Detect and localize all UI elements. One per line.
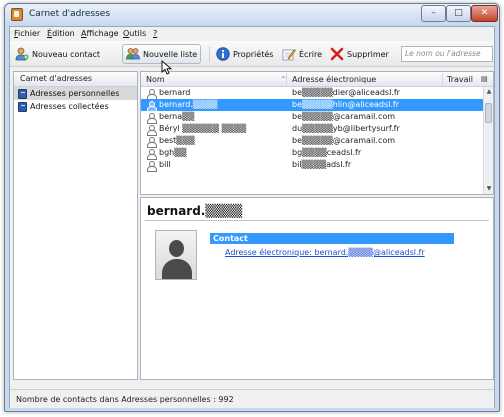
address-book-icon	[18, 88, 27, 99]
contact-icon	[147, 125, 157, 136]
contact-row[interactable]: Béryl ▒▒▒▒▒▒ ▒▒▒▒ du▒▒▒▒▒yb@libertysurf.…	[141, 123, 493, 136]
scrollbar-thumb[interactable]	[485, 103, 492, 123]
sort-arrow-icon: ^	[281, 76, 287, 83]
contact-icon	[147, 89, 157, 100]
title-bar[interactable]: Carnet d'adresses – □ ✕	[5, 4, 499, 26]
tree-item-collected[interactable]: Adresses collectées	[14, 100, 137, 113]
column-picker-icon[interactable]: ▤	[481, 75, 488, 83]
status-bar: Nombre de contacts dans Adresses personn…	[10, 389, 494, 408]
column-divider	[286, 73, 287, 86]
card-contact-name: bernard.▒▒▒▒	[147, 204, 243, 218]
list-scrollbar[interactable]: ▲ ▼	[483, 87, 493, 194]
address-book-app-icon	[11, 8, 23, 21]
menu-affichage[interactable]: Affichage	[81, 29, 119, 38]
new-contact-icon	[15, 47, 29, 61]
tree-item-label: Adresses personnelles	[30, 89, 120, 98]
menu-fichier[interactable]: Fichier	[14, 29, 40, 38]
address-book-window: Carnet d'adresses – □ ✕ Fichier Édition …	[4, 3, 500, 412]
tree-item-personal[interactable]: Adresses personnelles	[14, 87, 137, 100]
scroll-up-icon[interactable]: ▲	[484, 87, 493, 97]
contact-row-selected[interactable]: bernard.▒▒▒▒ be▒▒▒▒▒hlin@aliceadsl.fr	[141, 99, 493, 112]
avatar-shoulders	[162, 259, 192, 279]
column-work[interactable]: Travail	[447, 75, 473, 84]
contact-row[interactable]: bernard be▒▒▒▒▒dier@aliceadsl.fr	[141, 87, 493, 100]
menu-outils[interactable]: Outils	[123, 29, 146, 38]
contact-section-header: Contact	[210, 233, 454, 244]
delete-label: Supprimer	[347, 49, 389, 59]
properties-button[interactable]: Propriétés	[213, 44, 276, 64]
info-icon	[216, 47, 230, 61]
menu-help[interactable]: ?	[153, 29, 157, 38]
window-title: Carnet d'adresses	[29, 9, 111, 19]
email-link[interactable]: Adresse électronique: bernard.▒▒▒▒@alice…	[225, 248, 425, 257]
new-list-label: Nouvelle liste	[143, 49, 198, 59]
maximize-button[interactable]: □	[446, 5, 471, 22]
menu-edition[interactable]: Édition	[47, 29, 75, 38]
new-list-icon	[126, 48, 140, 60]
minimize-button[interactable]: –	[421, 5, 446, 22]
delete-button[interactable]: Supprimer	[327, 44, 392, 64]
write-button[interactable]: Écrire	[279, 44, 325, 64]
contact-list-header: Nom ^ Adresse électronique Travail ▤	[141, 72, 493, 87]
avatar-head	[169, 240, 184, 257]
contact-icon	[147, 149, 157, 160]
contact-icon	[147, 101, 157, 112]
contact-row[interactable]: bgh▒▒ bg▒▒▒▒ceadsl.fr	[141, 147, 493, 160]
contact-list: Nom ^ Adresse électronique Travail ▤ ber…	[140, 71, 494, 195]
contact-row[interactable]: best▒▒▒ be▒▒▒▒▒@caramail.com	[141, 135, 493, 148]
column-name[interactable]: Nom	[146, 75, 165, 84]
tree-item-label: Adresses collectées	[30, 102, 109, 111]
address-book-icon	[18, 101, 27, 112]
close-button[interactable]: ✕	[471, 5, 498, 22]
avatar	[155, 230, 197, 280]
contact-icon	[147, 137, 157, 148]
card-divider	[145, 220, 489, 221]
scroll-down-icon[interactable]: ▼	[484, 184, 493, 194]
toolbar: Nouveau contact Nouvelle liste Propriété…	[10, 41, 494, 67]
new-contact-label: Nouveau contact	[32, 49, 101, 59]
contact-row[interactable]: bill bil▒▒▒▒adsl.fr	[141, 159, 493, 172]
properties-label: Propriétés	[233, 49, 274, 59]
contact-card: bernard.▒▒▒▒ Contact Adresse électroniqu…	[140, 197, 494, 380]
search-input[interactable]: Le nom ou l'adresse	[401, 46, 493, 62]
delete-x-icon	[330, 47, 344, 61]
menu-bar: Fichier Édition Affichage Outils ?	[10, 27, 494, 41]
contact-icon	[147, 113, 157, 124]
write-label: Écrire	[299, 49, 322, 59]
contact-icon	[147, 161, 157, 172]
address-book-tree: Carnet d'adresses Adresses personnelles …	[13, 71, 138, 380]
mouse-cursor-icon	[161, 60, 173, 75]
new-contact-button[interactable]: Nouveau contact	[12, 44, 103, 64]
toolbar-separator	[209, 46, 210, 62]
client-area: Fichier Édition Affichage Outils ? Nouve…	[9, 26, 495, 408]
column-divider	[442, 73, 443, 86]
tree-header[interactable]: Carnet d'adresses	[14, 72, 137, 87]
contact-row[interactable]: berna▒▒ be▒▒▒▒▒@caramail.com	[141, 111, 493, 124]
write-pencil-icon	[282, 49, 296, 61]
column-email[interactable]: Adresse électronique	[292, 75, 376, 84]
